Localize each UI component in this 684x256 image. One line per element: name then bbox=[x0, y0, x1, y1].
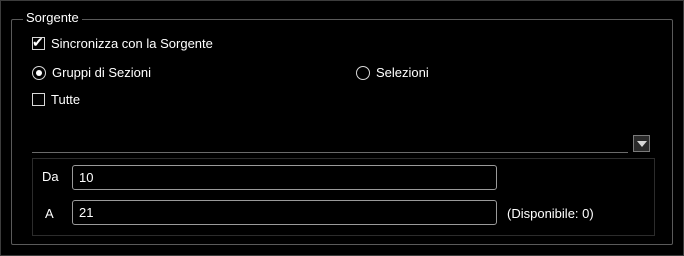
to-label: A bbox=[45, 206, 54, 221]
available-count: (Disponibile: 0) bbox=[507, 206, 594, 221]
checkbox-checked-icon[interactable]: ✔ bbox=[32, 34, 45, 50]
radio-section-groups-label: Gruppi di Sezioni bbox=[52, 65, 151, 80]
from-label: Da bbox=[42, 169, 59, 184]
radio-section-groups[interactable]: Gruppi di Sezioni bbox=[32, 65, 151, 80]
all-checkbox[interactable]: Tutte bbox=[32, 92, 80, 107]
all-checkbox-label: Tutte bbox=[51, 92, 81, 107]
radio-selections-label: Selezioni bbox=[376, 65, 429, 80]
to-input[interactable]: 21 bbox=[72, 200, 497, 225]
sync-source-label: Sincronizza con la Sorgente bbox=[51, 36, 213, 51]
radio-unselected-icon[interactable] bbox=[356, 65, 370, 80]
dropdown-button[interactable] bbox=[633, 135, 650, 152]
checkbox-unchecked-icon[interactable] bbox=[32, 93, 45, 106]
radio-selections[interactable]: Selezioni bbox=[356, 65, 429, 80]
checkmark-icon: ✔ bbox=[32, 34, 44, 50]
sync-source-checkbox[interactable]: ✔ Sincronizza con la Sorgente bbox=[32, 34, 213, 51]
from-input[interactable]: 10 bbox=[72, 165, 497, 190]
source-group-title: Sorgente bbox=[23, 10, 82, 26]
radio-selected-icon[interactable] bbox=[32, 65, 46, 80]
section-dropdown[interactable] bbox=[32, 152, 628, 153]
source-panel: Sorgente ✔ Sincronizza con la Sorgente G… bbox=[0, 0, 684, 256]
chevron-down-icon bbox=[637, 141, 647, 147]
